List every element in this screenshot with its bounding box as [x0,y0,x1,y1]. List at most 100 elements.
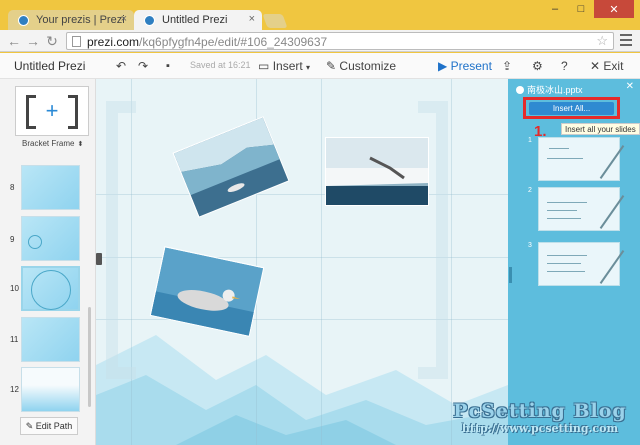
insert-label: Insert [272,59,303,73]
exit-button[interactable]: ✕ Exit [590,58,623,74]
address-bar[interactable]: prezi.com/kq6pfygfn4pe/edit/#106_2430963… [66,32,614,50]
watermark-url: http://www.pcsetting.com [461,422,619,435]
tab-close-icon[interactable]: × [249,13,255,25]
slide-thumbnail-selected[interactable] [21,266,80,311]
pptx-file-name: 南极冰山.pptx [516,83,583,96]
insert-all-button[interactable]: Insert All... [529,102,614,115]
forward-arrow-icon[interactable]: → [25,33,41,49]
ppt-slide-number: 2 [528,187,532,194]
exit-label: Exit [603,59,624,73]
new-tab-button[interactable] [262,14,288,28]
prezi-canvas[interactable] [96,79,508,445]
tab-label: Your prezis | Prezi [36,14,125,26]
ppt-slide-thumbnail[interactable] [538,137,625,181]
customize-label: Customize [339,59,397,73]
present-button[interactable]: ▶ Present [438,58,492,74]
share-icon[interactable]: ⇪ [502,58,512,74]
circle-shape [28,235,42,249]
diagonal-line [599,250,625,284]
play-icon: ▶ [438,59,448,73]
text-line [549,148,569,149]
bookmark-star-icon[interactable]: ☆ [596,33,608,49]
slide-number: 11 [10,335,19,344]
close-icon: ✕ [590,59,601,73]
step-annotation: 1. [534,123,547,140]
insert-icon: ▭ [258,59,270,73]
insert-menu[interactable]: ▭ Insert ▾ [258,58,310,76]
ppt-slide-number: 1 [528,137,532,144]
ppt-slide-number: 3 [528,242,532,249]
slide-number: 12 [10,385,19,394]
slide-thumbnail[interactable] [21,165,80,210]
tab-untitled-prezi[interactable]: Untitled Prezi × [134,10,262,31]
file-name-label: 南极冰山.pptx [527,85,583,95]
text-line [547,210,577,211]
customize-icon: ✎ [326,59,337,73]
browser-window: Your prezis | Prezi × Untitled Prezi × –… [0,0,640,445]
frame-type-selector[interactable]: Bracket Frame ⬍ [22,139,83,148]
grid-line [321,79,322,445]
text-line [547,218,581,219]
seagull-photo-image [326,138,428,205]
insert-all-highlight: Insert All... [523,97,620,119]
browser-menu-icon[interactable] [620,34,632,48]
slide-thumbnail[interactable] [21,367,80,412]
tab-strip: Your prezis | Prezi × Untitled Prezi × –… [0,0,640,31]
slide-thumbnail[interactable] [21,216,80,261]
diagonal-line [599,145,625,179]
watermark: PcSetting Blog http://www.pcsetting.com [440,400,640,445]
sidebar-collapse-handle[interactable] [96,253,102,265]
undo-icon[interactable]: ↶ [116,58,126,74]
prezi-toolbar: Untitled Prezi ↶ ↷ ▪ Saved at 16:21 ▭ In… [0,53,640,79]
sidebar-scrollbar[interactable] [88,307,91,407]
url-path: /kq6pfygfn4pe/edit/#106_24309637 [139,35,328,49]
text-line [547,263,581,264]
slides-sidebar: + Bracket Frame ⬍ 8 9 10 11 12 ✎ Edit Pat… [0,79,96,445]
bracket-frame-button[interactable]: + [15,86,89,136]
help-icon[interactable]: ? [561,58,568,74]
ppt-slide-thumbnail[interactable] [538,187,625,231]
panel-close-icon[interactable]: ✕ [626,81,634,92]
iceberg-photo-image [173,116,290,218]
maximize-button[interactable]: □ [568,0,594,18]
text-line [547,255,587,256]
reload-icon[interactable]: ↻ [44,33,60,49]
bird-on-water-photo[interactable] [149,246,265,337]
prezi-favicon-icon [144,15,155,26]
prezi-title[interactable]: Untitled Prezi [14,59,85,73]
gear-icon[interactable]: ⚙ [532,58,543,74]
updown-icon: ⬍ [77,141,84,148]
ppt-slide-thumbnail[interactable] [538,242,625,286]
tab-label: Untitled Prezi [162,14,228,26]
save-icon[interactable]: ▪ [166,58,170,74]
edit-path-button[interactable]: ✎ Edit Path [20,417,78,435]
text-line [547,202,587,203]
edit-path-label: Edit Path [35,421,73,431]
bracket-right-icon [68,95,78,129]
watermark-title: PcSetting Blog [453,400,627,422]
present-label: Present [450,59,492,73]
page-icon [72,36,81,47]
frame-bracket-left [106,101,136,379]
slide-number: 10 [10,284,19,293]
chevron-down-icon: ▾ [306,63,311,72]
panel-scroll-handle[interactable] [509,267,512,283]
customize-menu[interactable]: ✎ Customize [326,58,396,74]
prezi-favicon-icon [18,15,29,26]
insert-all-tooltip: Insert all your slides [561,123,640,135]
diagonal-line [599,195,625,229]
tab-close-icon[interactable]: × [121,13,127,25]
iceberg-photo[interactable] [172,116,290,218]
file-icon [516,86,524,94]
redo-icon[interactable]: ↷ [138,58,148,74]
frame-type-label: Bracket Frame [22,139,75,148]
minimize-button[interactable]: – [542,0,568,18]
window-close-button[interactable]: ✕ [594,0,634,18]
slide-thumbnail[interactable] [21,317,80,362]
window-controls: – □ ✕ [542,0,634,18]
tab-your-prezis[interactable]: Your prezis | Prezi × [8,10,134,31]
seagull-photo[interactable] [325,137,429,206]
text-line [547,271,585,272]
grid-line [451,79,452,445]
back-arrow-icon[interactable]: ← [6,33,22,49]
